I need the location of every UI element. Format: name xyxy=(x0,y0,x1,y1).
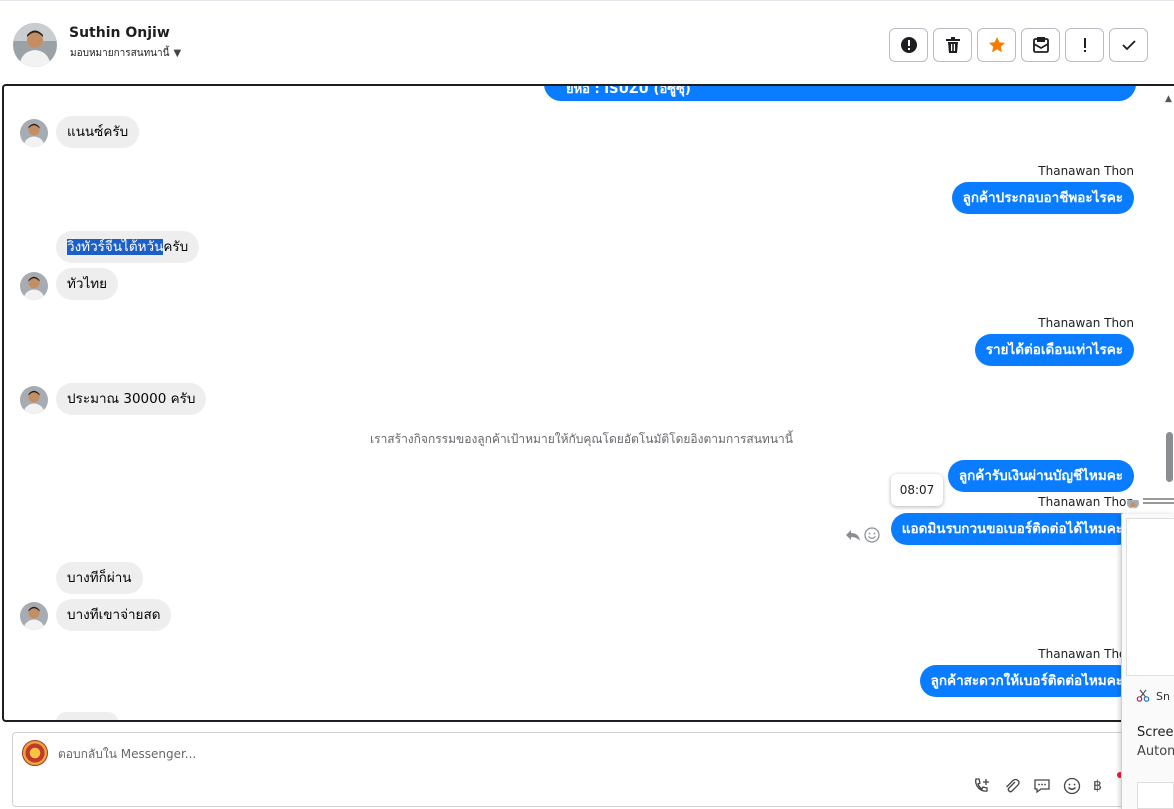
assign-conversation-dropdown[interactable]: มอบหมายการสนทนานี้ ▼ xyxy=(70,46,181,61)
timestamp-tooltip: 08:07 xyxy=(891,474,943,506)
contact-name[interactable]: Suthin Onjiw xyxy=(69,25,170,41)
star-button[interactable] xyxy=(977,28,1016,62)
check-icon xyxy=(1121,40,1136,51)
message-bubble-outgoing[interactable]: ยี่ห้อ : ISUZU (อีซูซุ) xyxy=(544,86,1136,101)
message-bubble-incoming[interactable]: บางทีก็ผ่าน xyxy=(56,562,143,594)
emoji-icon[interactable] xyxy=(1063,777,1081,795)
assign-label: มอบหมายการสนทนานี้ xyxy=(70,48,170,59)
message-bubble-incoming[interactable]: บางทีเขาจ่ายสด xyxy=(56,599,172,631)
reply-composer: ฿ xyxy=(12,732,1132,807)
priority-button[interactable] xyxy=(1065,28,1104,62)
message-bubble-outgoing[interactable]: รายได้ต่อเดือนเท่าไรคะ xyxy=(974,334,1134,366)
conversation-header: Suthin Onjiw มอบหมายการสนทนานี้ ▼ xyxy=(0,0,1174,84)
notification-action[interactable] xyxy=(1137,782,1174,809)
reply-input[interactable] xyxy=(58,747,958,761)
sender-name: Thanawan Thon xyxy=(1038,495,1134,509)
sender-name: Thanawan Thon xyxy=(1038,647,1134,661)
message-actions xyxy=(845,527,880,543)
reply-icon[interactable] xyxy=(845,528,861,542)
notification-app-name: Sn xyxy=(1156,689,1170,703)
message-bubble-incoming[interactable]: วิ่งทัวร์จีนไต้หวันครับ xyxy=(56,231,200,263)
selected-text: วิ่งทัวร์จีนไต้หวัน xyxy=(67,239,164,255)
message-bubble-incoming[interactable]: ทัวไทย xyxy=(56,268,119,300)
contact-avatar-small[interactable] xyxy=(20,119,48,147)
emoji-reaction-icon[interactable] xyxy=(864,527,880,543)
mini-preview xyxy=(1143,498,1174,508)
mini-avatar xyxy=(1127,497,1139,509)
contact-avatar[interactable] xyxy=(13,23,57,67)
trash-icon xyxy=(945,37,960,53)
sender-name: Thanawan Thon xyxy=(1038,316,1134,330)
exclamation-icon xyxy=(1083,38,1086,52)
message-bubble-incoming[interactable]: แนนซ์ครับ xyxy=(56,116,140,148)
system-notice: เราสร้างกิจกรรมของลูกค้าเป้าหมายให้กับคุ… xyxy=(370,432,793,446)
conversation-toolbar xyxy=(889,28,1148,62)
star-icon xyxy=(988,37,1005,53)
sender-name: Thanawan Thon xyxy=(1038,164,1134,178)
mail-blocked-icon xyxy=(1032,37,1049,53)
done-button[interactable] xyxy=(1109,28,1148,62)
caret-down-icon: ▼ xyxy=(173,48,182,59)
phone-add-icon[interactable] xyxy=(973,777,991,795)
contact-avatar-small[interactable] xyxy=(20,386,48,414)
notification-subtitle: Autom xyxy=(1137,744,1174,759)
paperclip-icon[interactable] xyxy=(1003,777,1021,795)
notification-app: Sn xyxy=(1136,689,1170,703)
spam-button[interactable] xyxy=(1021,28,1060,62)
message-bubble-outgoing[interactable]: แอดมินรบกวนขอเบอร์ติดต่อได้ไหมคะ xyxy=(890,513,1134,545)
message-bubble-incoming[interactable] xyxy=(56,712,118,720)
notification-title: Screen xyxy=(1137,725,1174,740)
alert-button[interactable] xyxy=(889,28,928,62)
delete-button[interactable] xyxy=(933,28,972,62)
message-text: ครับ xyxy=(163,239,189,255)
page-avatar xyxy=(22,740,48,766)
message-bubble-outgoing[interactable]: ลูกค้าประกอบอาชีพอะไรคะ xyxy=(951,182,1134,214)
message-thread[interactable]: ยี่ห้อ : ISUZU (อีซูซุ) ▲ แนนซ์ครับ Than… xyxy=(2,84,1174,722)
scroll-up-arrow-icon[interactable]: ▲ xyxy=(1165,94,1172,104)
composer-toolbar: ฿ xyxy=(973,777,1102,795)
chat-template-icon[interactable] xyxy=(1033,777,1051,795)
snipping-notification-panel[interactable] xyxy=(1121,514,1174,809)
exclamation-circle-icon xyxy=(900,37,917,53)
baht-icon[interactable]: ฿ xyxy=(1093,778,1102,794)
contact-avatar-small[interactable] xyxy=(20,602,48,630)
scrollbar-thumb[interactable] xyxy=(1166,432,1173,482)
message-bubble-incoming[interactable]: ประมาณ 30000 ครับ xyxy=(56,383,207,415)
message-bubble-outgoing[interactable]: ลูกค้ารับเงินผ่านบัญชีไหมคะ xyxy=(947,460,1134,492)
screenshot-preview[interactable] xyxy=(1126,518,1174,676)
scissors-icon xyxy=(1136,689,1150,702)
contact-avatar-small[interactable] xyxy=(20,272,48,300)
message-bubble-outgoing[interactable]: ลูกค้าสะดวกให้เบอร์ติดต่อไหมคะ xyxy=(919,665,1134,697)
